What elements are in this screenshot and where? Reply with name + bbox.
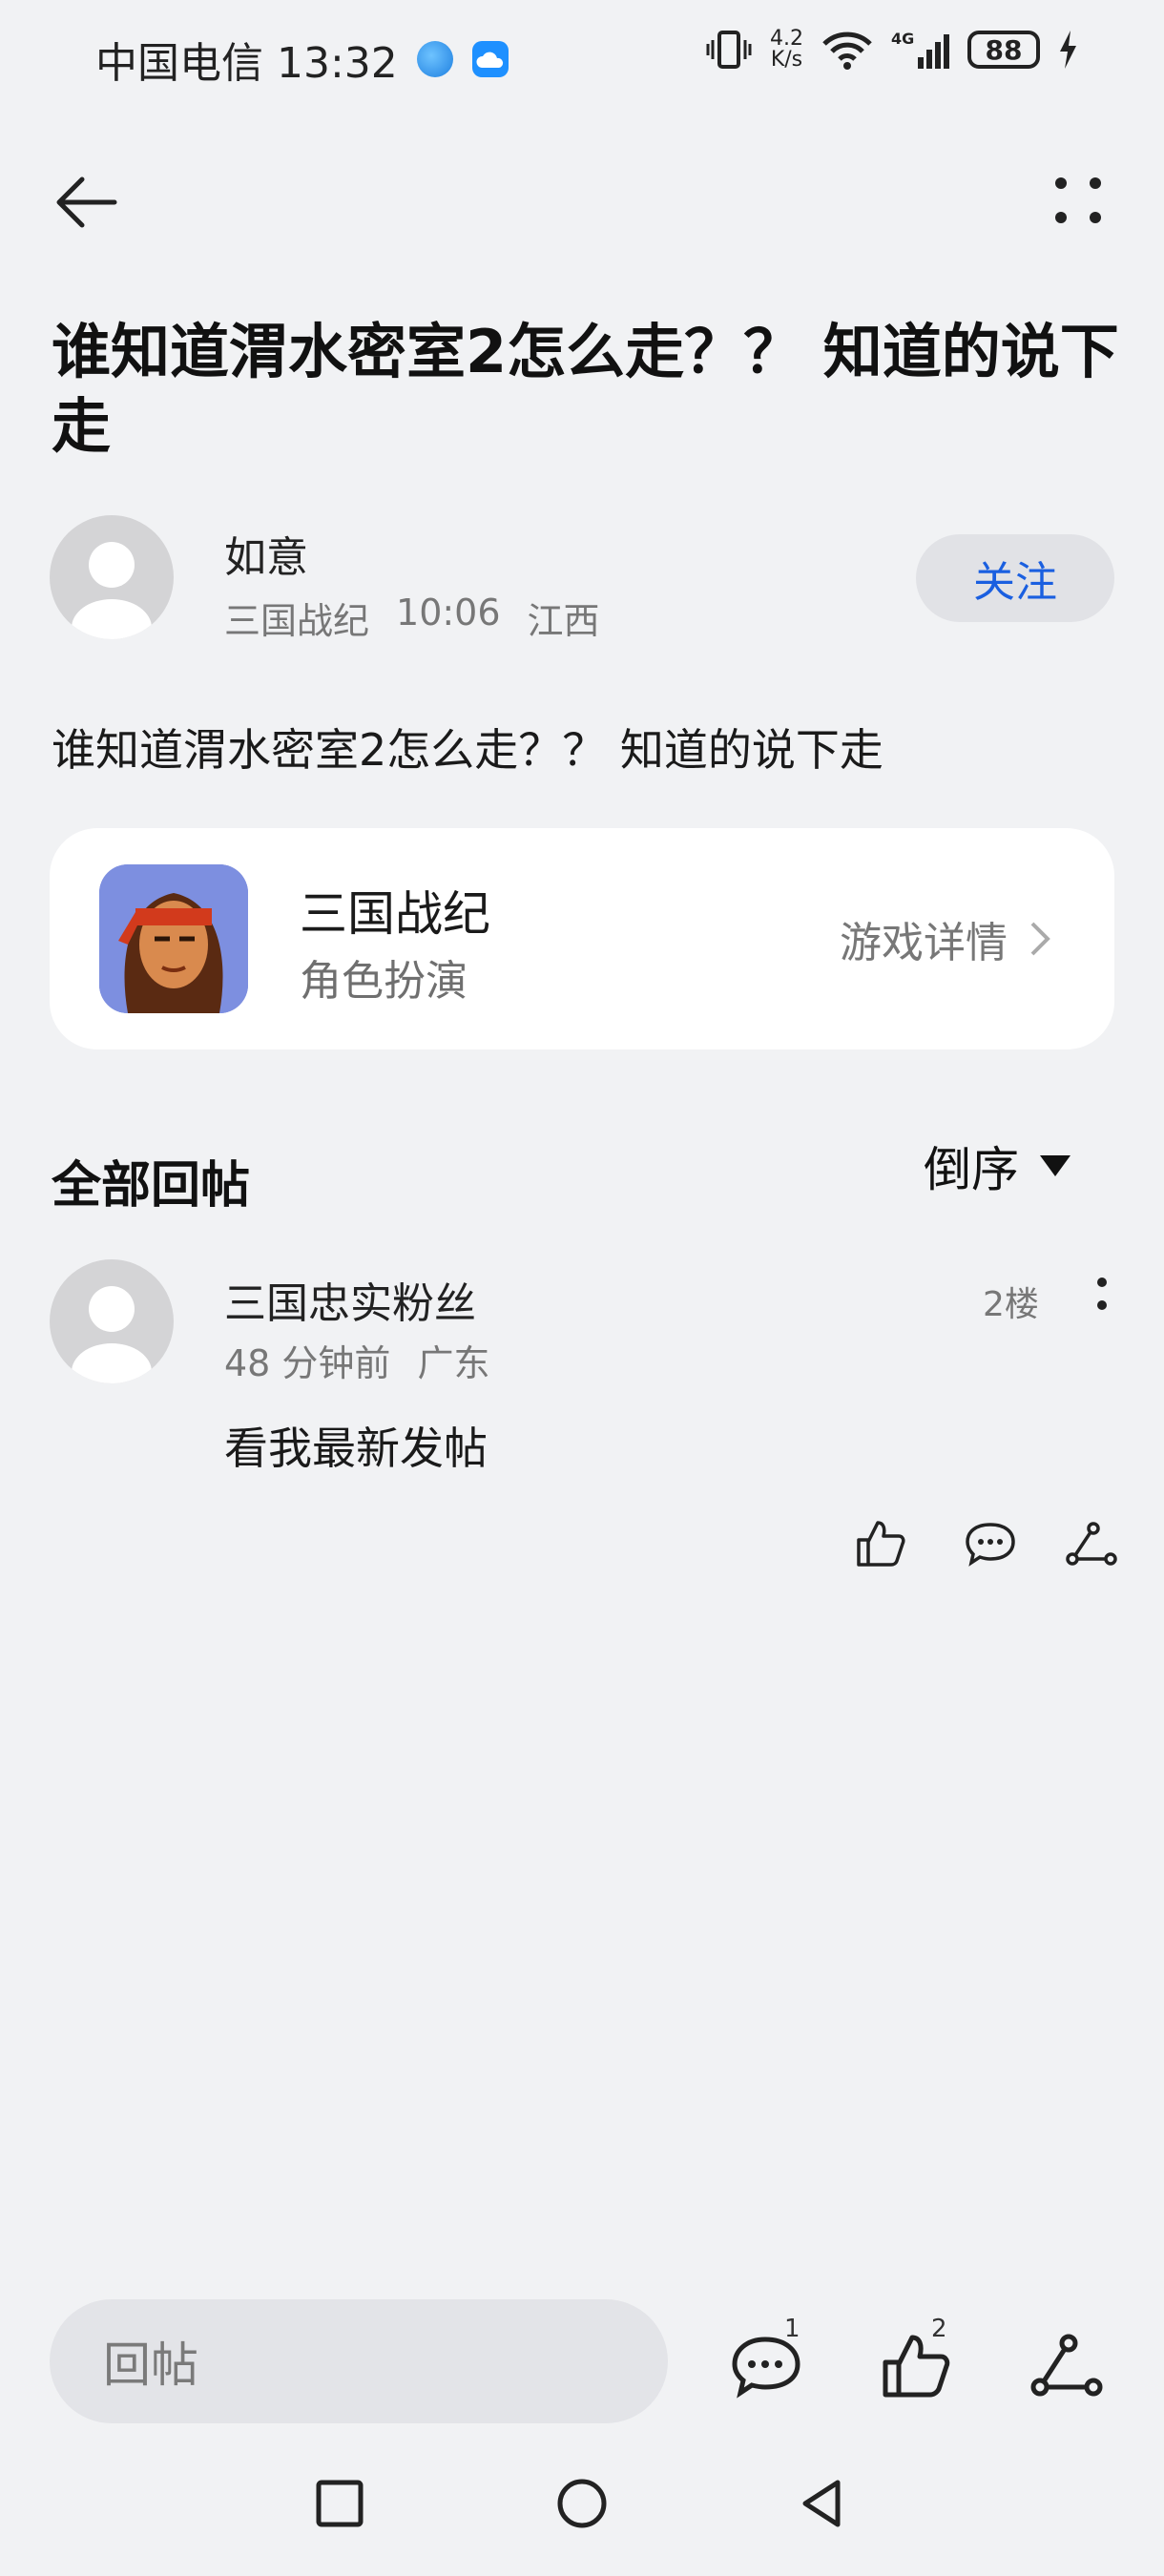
post-location: 江西 bbox=[527, 600, 600, 642]
square-icon bbox=[316, 2480, 364, 2527]
like-button[interactable]: 2 bbox=[878, 2315, 954, 2404]
sort-label: 倒序 bbox=[924, 1142, 1019, 1197]
game-name: 三国战纪 bbox=[300, 886, 490, 942]
default-avatar-icon bbox=[72, 542, 152, 639]
post-body: 谁知道渭水密室2怎么走？？ 知道的说下走 bbox=[52, 724, 883, 776]
circle-icon bbox=[557, 2479, 607, 2528]
reply-more-button[interactable] bbox=[1088, 1267, 1116, 1324]
post-time: 10:06 bbox=[396, 592, 501, 634]
author-avatar[interactable] bbox=[50, 515, 174, 639]
battery-indicator: 88 bbox=[967, 31, 1040, 69]
vibrate-icon bbox=[706, 31, 752, 69]
game-icon bbox=[99, 864, 248, 1013]
sort-button[interactable]: 倒序 bbox=[924, 1132, 1072, 1200]
reply-comment-button[interactable] bbox=[962, 1515, 1019, 1572]
comments-button[interactable]: 1 bbox=[729, 2315, 805, 2404]
back-arrow-icon bbox=[56, 177, 117, 228]
game-tag: 三国战纪 bbox=[224, 600, 370, 642]
net-speed-unit: K/s bbox=[770, 48, 803, 72]
wifi-icon bbox=[822, 31, 872, 70]
game-detail-label: 游戏详情 bbox=[840, 919, 1008, 967]
home-button[interactable] bbox=[553, 2475, 611, 2532]
recent-apps-button[interactable] bbox=[311, 2475, 368, 2532]
chevron-right-icon bbox=[1030, 922, 1050, 956]
notification-app-icon bbox=[416, 41, 453, 77]
vertical-dots-icon bbox=[1097, 1278, 1107, 1310]
game-genre: 角色扮演 bbox=[300, 957, 468, 1006]
like-count-badge: 2 bbox=[931, 2315, 947, 2343]
share-icon bbox=[1030, 2334, 1103, 2397]
game-detail-link[interactable]: 游戏详情 bbox=[840, 908, 1053, 969]
net-speed: 4.2 K/s bbox=[770, 29, 803, 71]
net-speed-value: 4.2 bbox=[770, 27, 803, 51]
author-meta: 三国战纪 10:06 江西 bbox=[224, 592, 600, 644]
post-title: 谁知道渭水密室2怎么走？？ 知道的说下走 bbox=[52, 317, 1119, 461]
comment-icon bbox=[966, 1523, 1015, 1567]
more-dots-icon bbox=[1055, 177, 1101, 223]
reply-like-button[interactable] bbox=[851, 1515, 908, 1572]
author-name[interactable]: 如意 bbox=[224, 523, 308, 584]
cloud-app-icon bbox=[471, 41, 509, 77]
share-icon bbox=[1066, 1522, 1117, 1566]
reply-avatar[interactable] bbox=[50, 1259, 174, 1383]
reply-location: 广东 bbox=[417, 1342, 490, 1384]
reply-share-button[interactable] bbox=[1061, 1515, 1118, 1572]
reply-input[interactable]: 回帖 bbox=[50, 2299, 668, 2423]
charging-icon bbox=[1060, 31, 1076, 69]
caret-down-icon bbox=[1040, 1155, 1070, 1176]
svg-text:4G: 4G bbox=[891, 30, 914, 48]
status-right: 4.2 K/s 4G 88 bbox=[705, 29, 1078, 71]
system-back-button[interactable] bbox=[794, 2475, 851, 2532]
reply-floor: 2楼 bbox=[983, 1285, 1039, 1324]
replies-header: 全部回帖 bbox=[52, 1157, 251, 1215]
back-button[interactable] bbox=[46, 162, 126, 242]
reply-content: 看我最新发帖 bbox=[224, 1423, 488, 1474]
default-avatar-icon bbox=[72, 1286, 152, 1383]
thumbs-up-icon bbox=[857, 1521, 905, 1567]
reply-author-name[interactable]: 三国忠实粉丝 bbox=[224, 1269, 476, 1330]
share-button[interactable] bbox=[1027, 2328, 1103, 2404]
triangle-back-icon bbox=[802, 2480, 841, 2527]
more-options-button[interactable] bbox=[1040, 164, 1116, 240]
reply-time: 48 分钟前 bbox=[224, 1342, 391, 1384]
follow-button[interactable]: 关注 bbox=[916, 534, 1114, 622]
reply-meta: 48 分钟前 广东 bbox=[224, 1334, 489, 1386]
status-left: 中国电信 13:32 bbox=[95, 29, 509, 90]
carrier-time: 中国电信 13:32 bbox=[95, 39, 398, 88]
signal-icon: 4G bbox=[891, 30, 949, 69]
comment-count-badge: 1 bbox=[784, 2315, 800, 2343]
